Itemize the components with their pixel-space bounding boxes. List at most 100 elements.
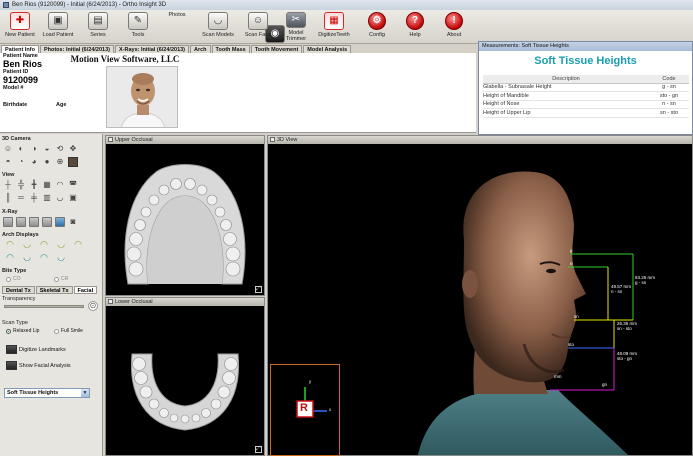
series-label: Series [90,32,106,38]
view-grid-icon[interactable]: ▦ [42,180,52,190]
full-smile-radio[interactable]: Full Smile [54,328,83,334]
scan-face-button[interactable]: ☺ Scan Face [240,12,276,42]
help-button[interactable]: ? Help [397,12,433,42]
expand-icon[interactable]: ⤢ [255,286,262,293]
view-vertical-icon[interactable]: ║ [3,193,13,203]
arch-mid-upper-icon[interactable]: ◠ [3,252,17,262]
model-trimmer-button[interactable]: ✂ Model Trimmer [278,12,314,42]
view-quad-icon[interactable]: ╋ [29,180,39,190]
transparency-reset-icon[interactable]: ⊙ [88,301,98,311]
table-header-row: Description Code [483,75,689,84]
config-button[interactable]: ⚙ Config [359,12,395,42]
camera-top-icon[interactable]: ◒ [42,144,52,154]
camera-back-icon[interactable]: ● [42,157,52,167]
view-cross-icon[interactable]: ╪ [29,193,39,203]
row-code: sto - gn [649,91,689,101]
new-patient-button[interactable]: ✚ New Patient [2,12,38,42]
arch-teeth-icon[interactable]: ◡ [54,239,68,249]
view-model-icon[interactable]: ◚ [68,180,78,190]
measurements-window[interactable]: Measurements: Soft Tissue Heights Soft T… [478,41,693,135]
show-facial-analysis-button[interactable]: Show Facial Analysis [6,361,71,370]
digitize-landmarks-button[interactable]: Digitize Landmarks [6,345,66,354]
digitize-teeth-button[interactable]: ▦ DigitizeTeeth [316,12,352,42]
xray-hide-icon[interactable]: ◙ [68,217,78,227]
camera-left-icon[interactable]: ◐ [16,144,26,154]
table-row[interactable]: Glabella - Subnasale Height g - sn [483,83,689,92]
tab-patient-info[interactable]: Patient Info [1,45,39,53]
camera-bottom-icon[interactable]: ◓ [3,157,13,167]
camera-front-icon[interactable]: ☺ [3,144,13,154]
bite-cr-label: CR [61,276,69,282]
expand-icon[interactable]: ⤢ [255,446,262,453]
table-row[interactable]: Height of Nose n - sn [483,100,689,109]
chevron-down-icon[interactable]: ▼ [81,389,89,397]
full-smile-dot [54,328,59,334]
view-single-icon[interactable]: ┼ [3,180,13,190]
camera-reset-icon[interactable]: ⟲ [55,144,65,154]
lower-occlusal-viewport[interactable]: Lower Occlusal ⤢ [105,297,265,456]
xray-section-label: X-Ray [2,209,18,215]
tab-tooth-movement[interactable]: Tooth Movement [250,45,303,53]
patient-photo [106,66,178,128]
view-save-icon[interactable]: ▣ [68,193,78,203]
upper-occlusal-viewport[interactable]: Upper Occlusal ⤢ [105,135,265,296]
row-code: g - sn [649,83,689,92]
column-description[interactable]: Description [483,75,649,84]
row-description: Height of Nose [483,100,649,109]
analysis-select[interactable]: Soft Tissue Heights ▼ [4,388,90,398]
bite-cr-radio[interactable]: CR [54,276,68,282]
full-smile-label: Full Smile [61,328,83,334]
camera-iso-right-icon[interactable]: ◕ [29,157,39,167]
analysis-select-value: Soft Tissue Heights [7,390,59,396]
tab-skeletal-tx[interactable]: Skeletal Tx [35,286,73,294]
camera-iso-left-icon[interactable]: ◔ [16,157,26,167]
help-label: Help [409,32,421,38]
column-code[interactable]: Code [649,75,689,84]
bite-co-radio[interactable]: CO [6,276,21,282]
photos-button[interactable]: ◉ Photos [159,12,285,43]
transparency-slider[interactable] [4,305,84,308]
table-row[interactable]: Height of Upper Lip sn - sto [483,108,689,118]
relaxed-lip-radio[interactable]: Relaxed Lip [6,328,39,334]
arch-ideal-icon[interactable]: ◡ [54,252,68,262]
view-arch-icon[interactable]: ◠ [55,180,65,190]
scan-models-icon: ◡ [208,12,228,30]
arch-lower-icon[interactable]: ◡ [20,239,34,249]
arch-mid-lower-icon[interactable]: ◡ [20,252,34,262]
arch-curve-icon[interactable]: ◠ [37,252,51,262]
axis-indicator: y x R [270,364,340,456]
scan-models-button[interactable]: ◡ Scan Models [200,12,236,42]
xray-ceph-icon[interactable] [3,217,13,227]
tab-arch[interactable]: Arch [190,45,211,53]
camera-face-icon[interactable] [68,157,78,167]
tools-button[interactable]: ✎ Tools [120,12,156,42]
view-split-icon[interactable]: ╬ [16,180,26,190]
model-number-label: Model # [3,85,24,91]
xray-frontal-icon[interactable] [42,217,52,227]
tools-icon: ✎ [128,12,148,30]
table-row[interactable]: Height of Mandible sto - gn [483,91,689,101]
tab-dental-tx[interactable]: Dental Tx [2,286,35,294]
tab-model-analysis[interactable]: Model Analysis [303,45,352,53]
load-patient-button[interactable]: ▣ Load Patient [40,12,76,42]
view-row-1: ┼ ╬ ╋ ▦ ◠ ◚ [3,180,78,190]
view-upper-icon[interactable]: ◡ [55,193,65,203]
series-button[interactable]: ▤ Series [80,12,116,42]
arch-upper-icon[interactable]: ◠ [3,239,17,249]
arch-form-icon[interactable]: ◠ [71,239,85,249]
viewport-icon [108,299,113,304]
tab-tooth-mass[interactable]: Tooth Mass [211,45,250,53]
tab-photos[interactable]: Photos: Initial (6/24/2013) [39,45,114,53]
tab-facial[interactable]: Facial [73,286,98,294]
view-horizontal-icon[interactable]: ═ [16,193,26,203]
xray-overlay-icon[interactable] [55,217,65,227]
camera-right-icon[interactable]: ◑ [29,144,39,154]
xray-pano-icon[interactable] [16,217,26,227]
camera-zoom-icon[interactable]: ⊕ [55,157,65,167]
camera-rotate-icon[interactable]: ✥ [68,144,78,154]
tab-xrays[interactable]: X-Rays: Initial (6/24/2013) [114,45,190,53]
arch-both-icon[interactable]: ◠ [37,239,51,249]
about-button[interactable]: ! About [436,12,472,42]
xray-lateral-icon[interactable] [29,217,39,227]
view-tile-icon[interactable]: ▥ [42,193,52,203]
